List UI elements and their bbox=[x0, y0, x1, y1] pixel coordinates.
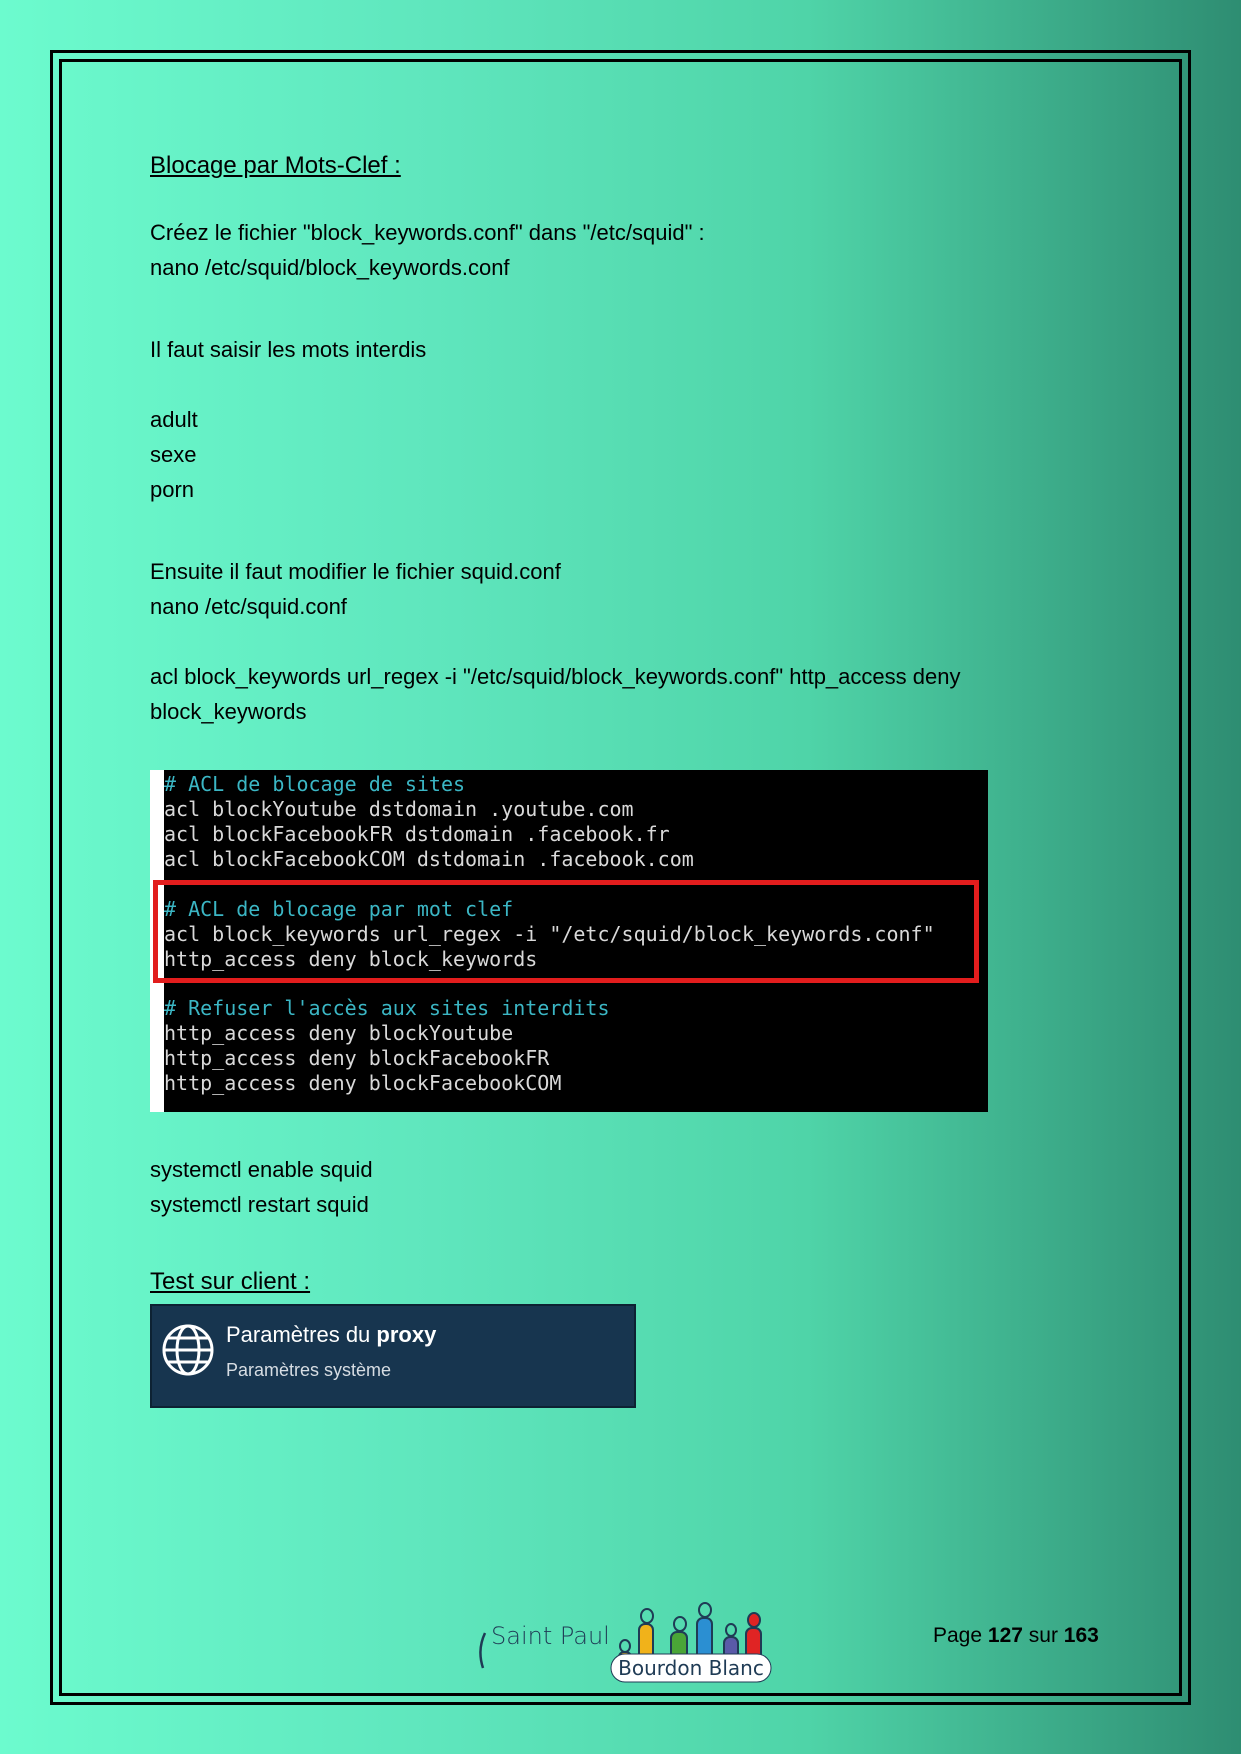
highlight-box bbox=[153, 880, 979, 983]
document-body: Blocage par Mots-Clef : Créez le fichier… bbox=[150, 148, 1050, 729]
keyword-item: adult bbox=[150, 407, 198, 432]
page-number: Page 127 sur 163 bbox=[933, 1624, 1099, 1647]
command-nano-conf: nano /etc/squid.conf bbox=[150, 594, 347, 619]
acl-text-line: block_keywords bbox=[150, 699, 307, 724]
terminal-code-line: http_access deny blockYoutube bbox=[164, 1021, 514, 1045]
modify-text: Ensuite il faut modifier le fichier squi… bbox=[150, 559, 561, 584]
command-enable: systemctl enable squid bbox=[150, 1157, 373, 1182]
terminal-code-line: acl blockFacebookCOM dstdomain .facebook… bbox=[164, 847, 694, 871]
terminal-code-line: http_access deny blockFacebookCOM bbox=[164, 1071, 562, 1095]
command-restart: systemctl restart squid bbox=[150, 1192, 369, 1217]
instruction-text: Il faut saisir les mots interdis bbox=[150, 337, 427, 362]
keyword-item: porn bbox=[150, 477, 195, 502]
keyword-item: sexe bbox=[150, 442, 197, 467]
section-heading-keywords: Blocage par Mots-Clef : bbox=[150, 152, 401, 179]
command-nano-keywords: nano /etc/squid/block_keywords.conf bbox=[150, 255, 510, 280]
terminal-code-line: acl blockFacebookFR dstdomain .facebook.… bbox=[164, 822, 670, 846]
proxy-title: Paramètres du proxy bbox=[226, 1322, 437, 1347]
terminal-code-line: http_access deny blockFacebookFR bbox=[164, 1046, 550, 1070]
commands-block: systemctl enable squid systemctl restart… bbox=[150, 1152, 373, 1222]
terminal-comment-line: # ACL de blocage de sites bbox=[164, 772, 466, 796]
proxy-settings-result[interactable]: Paramètres du proxy Paramètres système bbox=[150, 1304, 636, 1408]
terminal-code-line: acl blockYoutube dstdomain .youtube.com bbox=[164, 797, 634, 821]
school-logo: Bourdon Blanc Saint Paul bbox=[475, 1588, 775, 1688]
intro-text: Créez le fichier "block_keywords.conf" d… bbox=[150, 220, 705, 245]
globe-icon bbox=[162, 1324, 214, 1376]
logo-caption: Bourdon Blanc bbox=[618, 1656, 764, 1680]
section-heading-test: Test sur client : bbox=[150, 1268, 311, 1295]
acl-text-line: acl block_keywords url_regex -i "/etc/sq… bbox=[150, 664, 961, 689]
proxy-subtitle: Paramètres système bbox=[226, 1360, 392, 1380]
terminal-comment-line: # Refuser l'accès aux sites interdits bbox=[164, 996, 610, 1020]
logo-text: Saint Paul bbox=[491, 1622, 610, 1650]
